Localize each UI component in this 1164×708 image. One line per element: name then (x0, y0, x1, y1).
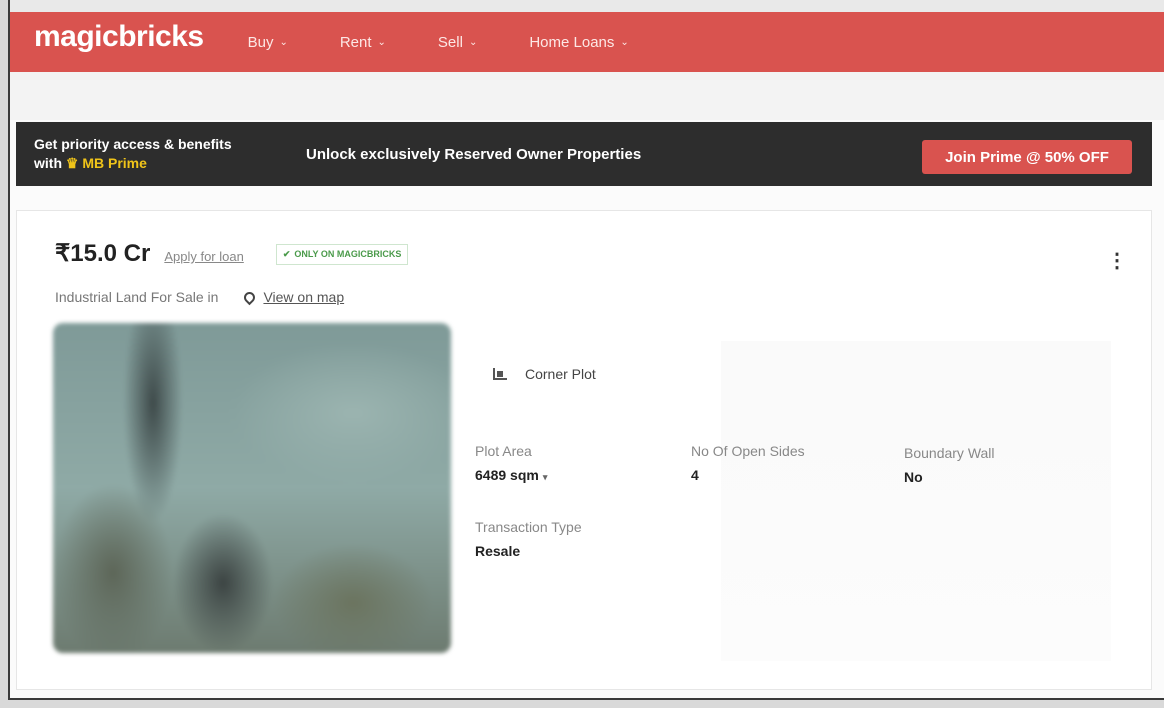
price-row: ₹15.0 Cr Apply for loan ✔ ONLY ON MAGICBR… (55, 239, 409, 269)
corner-plot-label: Corner Plot (525, 366, 596, 382)
crown-icon: ♛ (65, 155, 79, 171)
view-on-map-label: View on map (263, 289, 345, 305)
transaction-type-attribute: Transaction Type Resale (475, 519, 582, 559)
prime-line-2-prefix: with (34, 155, 62, 171)
map-pin-icon (242, 289, 258, 305)
prime-banner: Get priority access & benefits with ♛ MB… (16, 122, 1152, 186)
property-price: ₹15.0 Cr (55, 240, 151, 267)
prime-line-2: with ♛ MB Prime (34, 154, 306, 173)
plot-area-value: 6489 sqm (475, 467, 539, 483)
check-icon: ✔ (282, 249, 291, 259)
nav-home-loans[interactable]: Home Loans ⌄ (529, 34, 628, 51)
transaction-type-label: Transaction Type (475, 519, 582, 535)
nav-rent-label: Rent (339, 33, 372, 51)
more-options-icon[interactable]: ⋮ (1107, 251, 1127, 271)
unit-dropdown-icon[interactable]: ▾ (543, 472, 548, 482)
view-on-map-link[interactable]: View on map (242, 289, 345, 305)
magicbricks-logo[interactable]: magicbricks (34, 20, 204, 54)
boundary-wall-label: Boundary Wall (904, 445, 995, 461)
property-subtitle-row: Industrial Land For Sale in View on map (55, 289, 344, 305)
plot-area-label: Plot Area (475, 443, 532, 459)
open-sides-attribute: No Of Open Sides 4 (691, 443, 805, 483)
filter-band (10, 72, 1164, 120)
only-on-magicbricks-badge: ✔ ONLY ON MAGICBRICKS (275, 244, 409, 265)
nav-home-loans-label: Home Loans (529, 33, 615, 51)
nav-sell-label: Sell (437, 33, 463, 51)
prime-message: Unlock exclusively Reserved Owner Proper… (306, 145, 642, 163)
chevron-down-icon: ⌄ (620, 36, 629, 48)
transaction-type-value: Resale (475, 543, 521, 559)
open-sides-label: No Of Open Sides (691, 443, 805, 459)
mb-prime-brand: MB Prime (82, 155, 147, 171)
background-artifact (721, 341, 1111, 661)
property-photo[interactable] (53, 323, 451, 653)
prime-promo-text: Get priority access & benefits with ♛ MB… (16, 135, 306, 173)
plot-area-value-row[interactable]: 6489 sqm ▾ (475, 467, 547, 483)
join-prime-button[interactable]: Join Prime @ 50% OFF (922, 140, 1132, 174)
apply-for-loan-link[interactable]: Apply for loan (164, 249, 244, 264)
property-card[interactable]: ⋮ ₹15.0 Cr Apply for loan ✔ ONLY ON MAGIC… (16, 210, 1152, 690)
nav-buy-label: Buy (247, 33, 274, 51)
chevron-down-icon: ⌄ (468, 36, 478, 48)
nav-rent[interactable]: Rent ⌄ (340, 34, 386, 51)
top-strip (10, 0, 1164, 12)
corner-plot-icon (493, 368, 507, 380)
chevron-down-icon: ⌄ (377, 36, 386, 48)
chevron-down-icon: ⌄ (279, 36, 288, 48)
nav-buy[interactable]: Buy ⌄ (248, 34, 288, 51)
open-sides-value: 4 (691, 467, 699, 483)
top-navbar: magicbricks Buy ⌄ Rent ⌄ Sell ⌄ Home Loa… (10, 12, 1164, 72)
property-subtitle: Industrial Land For Sale in (55, 289, 219, 305)
boundary-wall-value: No (904, 469, 923, 485)
badge-label: ONLY ON MAGICBRICKS (294, 249, 402, 259)
boundary-wall-attribute: Boundary Wall No (904, 445, 995, 485)
corner-plot-feature: Corner Plot (493, 366, 596, 382)
plot-area-attribute: Plot Area 6489 sqm ▾ (475, 443, 547, 483)
nav-sell[interactable]: Sell ⌄ (438, 34, 477, 51)
prime-line-1: Get priority access & benefits (34, 136, 232, 152)
